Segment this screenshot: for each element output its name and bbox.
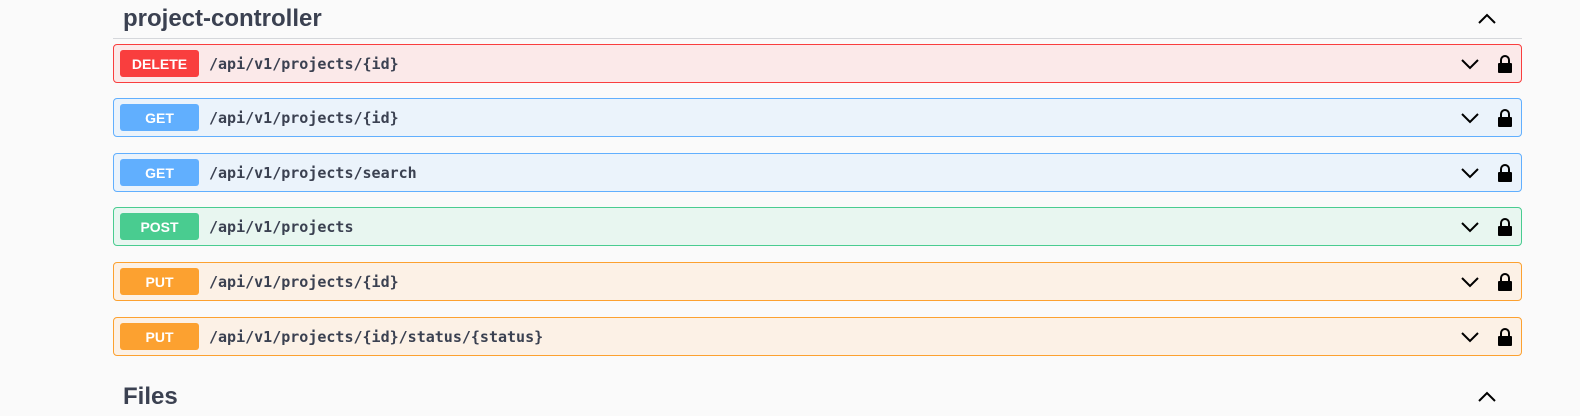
chevron-up-icon <box>1478 13 1496 24</box>
section-title: project-controller <box>123 5 322 32</box>
method-badge: POST <box>120 213 199 240</box>
operation-row[interactable]: POST /api/v1/projects <box>113 207 1522 246</box>
operation-row[interactable]: DELETE /api/v1/projects/{id} <box>113 44 1522 83</box>
section-header-files[interactable]: Files <box>113 378 1522 416</box>
operation-controls <box>1459 162 1515 184</box>
section-header-project-controller[interactable]: project-controller <box>113 0 1522 39</box>
operation-controls <box>1459 271 1515 293</box>
operation-row[interactable]: GET /api/v1/projects/{id} <box>113 98 1522 137</box>
method-badge: DELETE <box>120 50 199 77</box>
operation-controls <box>1459 216 1515 238</box>
collapse-section-button[interactable] <box>1472 382 1502 412</box>
lock-icon[interactable] <box>1495 53 1515 75</box>
operation-row[interactable]: GET /api/v1/projects/search <box>113 153 1522 192</box>
operation-row[interactable]: PUT /api/v1/projects/{id} <box>113 262 1522 301</box>
lock-icon[interactable] <box>1495 216 1515 238</box>
operation-path[interactable]: /api/v1/projects <box>209 218 1459 236</box>
swagger-page: project-controller DELETE /api/v1/projec… <box>0 0 1580 416</box>
operation-controls <box>1459 107 1515 129</box>
method-badge: PUT <box>120 323 199 350</box>
chevron-down-icon[interactable] <box>1459 216 1481 238</box>
method-badge: GET <box>120 104 199 131</box>
lock-icon[interactable] <box>1495 107 1515 129</box>
section-title: Files <box>123 383 178 410</box>
operation-path[interactable]: /api/v1/projects/search <box>209 164 1459 182</box>
chevron-down-icon[interactable] <box>1459 162 1481 184</box>
operation-path[interactable]: /api/v1/projects/{id}/status/{status} <box>209 328 1459 346</box>
operation-path[interactable]: /api/v1/projects/{id} <box>209 273 1459 291</box>
operation-path[interactable]: /api/v1/projects/{id} <box>209 55 1459 73</box>
lock-icon[interactable] <box>1495 326 1515 348</box>
chevron-down-icon[interactable] <box>1459 107 1481 129</box>
collapse-section-button[interactable] <box>1472 4 1502 34</box>
chevron-down-icon[interactable] <box>1459 53 1481 75</box>
chevron-down-icon[interactable] <box>1459 326 1481 348</box>
chevron-down-icon[interactable] <box>1459 271 1481 293</box>
chevron-up-icon <box>1478 391 1496 402</box>
operation-row[interactable]: PUT /api/v1/projects/{id}/status/{status… <box>113 317 1522 356</box>
method-badge: GET <box>120 159 199 186</box>
lock-icon[interactable] <box>1495 162 1515 184</box>
lock-icon[interactable] <box>1495 271 1515 293</box>
operation-controls <box>1459 53 1515 75</box>
operation-controls <box>1459 326 1515 348</box>
operation-path[interactable]: /api/v1/projects/{id} <box>209 109 1459 127</box>
method-badge: PUT <box>120 268 199 295</box>
